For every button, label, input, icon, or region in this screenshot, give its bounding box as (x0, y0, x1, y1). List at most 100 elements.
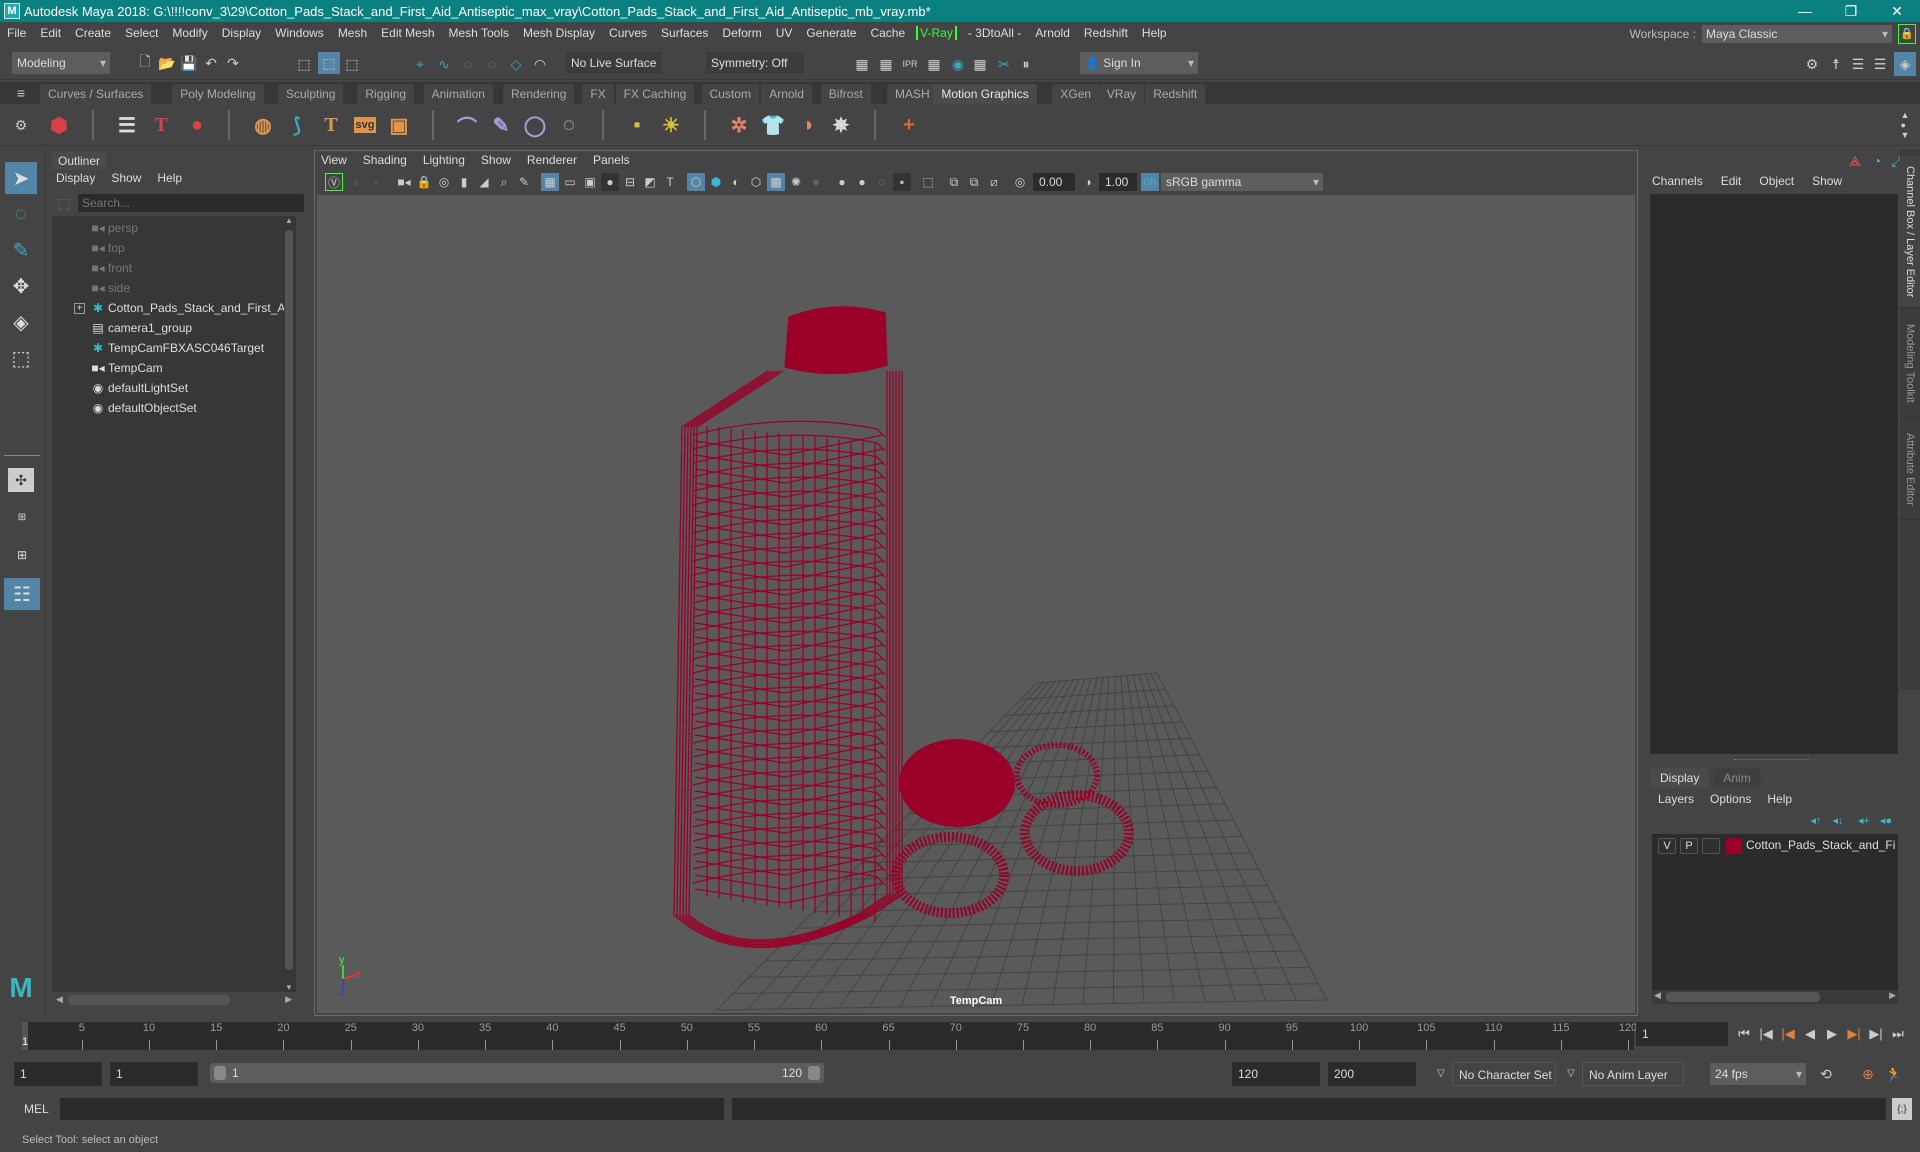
text-icon[interactable]: T (146, 110, 176, 140)
menu-modify[interactable]: Modify (165, 26, 214, 40)
brush-icon[interactable]: ✎ (486, 110, 516, 140)
menu-arnold[interactable]: Arnold (1028, 26, 1077, 40)
vray-sphere-icon[interactable]: ● (347, 173, 365, 191)
layer-visibility-toggle[interactable]: V (1658, 838, 1676, 854)
menu-cache[interactable]: Cache (863, 26, 912, 40)
gamma-icon[interactable]: ◑ (1079, 173, 1097, 191)
layer-row[interactable]: V P Cotton_Pads_Stack_and_First_ (1652, 834, 1898, 858)
type-icon[interactable]: T (316, 110, 346, 140)
xray-joints-icon[interactable]: ⧉ (945, 173, 963, 191)
box-icon[interactable]: ▣ (384, 110, 414, 140)
menu-vray[interactable]: V-Ray (916, 26, 957, 40)
viewport-menu-view[interactable]: View (321, 153, 347, 167)
auto-key-icon[interactable]: ⊕ (1858, 1064, 1878, 1084)
render-view-icon[interactable]: ▦ (924, 54, 944, 74)
play-backwards-icon[interactable]: ◀ (1800, 1024, 1820, 1044)
side-tab-channel-box[interactable]: Channel Box / Layer Editor (1900, 156, 1920, 308)
snap-point-icon[interactable]: ◌ (458, 54, 478, 74)
color-management-toggle-icon[interactable]: ON (1141, 173, 1159, 191)
field-chart-icon[interactable]: ⊟ (621, 173, 639, 191)
four-view-layout-icon[interactable]: ⊞ (8, 500, 36, 534)
layer-tab-anim[interactable]: Anim (1713, 768, 1761, 788)
layers-menu[interactable]: Layers (1658, 792, 1694, 806)
single-view-layout-icon[interactable]: ✣ (8, 468, 34, 492)
svg-icon[interactable]: svg (350, 110, 380, 140)
shelf-tab-fx-caching[interactable]: FX Caching (615, 84, 695, 104)
plus-icon[interactable]: + (894, 110, 924, 140)
default-material-icon[interactable]: ◐ (727, 173, 745, 191)
select-component-icon[interactable]: ⬚ (342, 54, 362, 74)
command-input[interactable] (60, 1098, 724, 1120)
character-set-dropdown[interactable]: No Character Set (1452, 1062, 1556, 1086)
play-forwards-icon[interactable]: ▶ (1822, 1024, 1842, 1044)
bookmark-icon[interactable]: ▮ (455, 173, 473, 191)
channels-menu[interactable]: Channels (1652, 174, 1703, 188)
menu-mesh-tools[interactable]: Mesh Tools (442, 26, 516, 40)
shelf-tab-arnold[interactable]: Arnold (761, 84, 812, 104)
timeline-track[interactable]: 1 5 10 15 20 25 30 35 40 45 50 55 60 65 70 75 80 85 90 95 1… (22, 1022, 1637, 1050)
attribute-editor-icon[interactable]: ☰ (1848, 54, 1868, 74)
outliner-item[interactable]: ◉ defaultLightSet (52, 378, 292, 398)
scroll-down-icon[interactable]: ▼ (284, 983, 294, 992)
shelf-tab-fx[interactable]: FX (582, 84, 614, 104)
dashed-circle-icon[interactable]: ◌ (554, 110, 584, 140)
shelf-tab-rigging[interactable]: Rigging (357, 84, 415, 104)
step-forward-key-icon[interactable]: ▶| (1866, 1024, 1886, 1044)
step-back-frame-icon[interactable]: |◀ (1778, 1024, 1798, 1044)
tool-settings-icon[interactable]: ☰ (1870, 54, 1890, 74)
step-back-key-icon[interactable]: |◀ (1756, 1024, 1776, 1044)
screen-space-ao-icon[interactable]: ● (833, 173, 851, 191)
shelf-tab-rendering[interactable]: Rendering (503, 84, 575, 104)
filter-icon[interactable]: ⬚ (56, 194, 72, 212)
anim-layer-dropdown[interactable]: No Anim Layer (1582, 1062, 1684, 1086)
channels-object-menu[interactable]: Object (1759, 174, 1794, 188)
image-plane-icon[interactable]: ◢ (475, 173, 493, 191)
animation-preferences-icon[interactable]: 🏃 (1884, 1064, 1904, 1084)
menu-deform[interactable]: Deform (715, 26, 768, 40)
panel-splitter[interactable] (1734, 759, 1810, 760)
explode-icon[interactable]: ✵ (826, 110, 856, 140)
layer-tab-display[interactable]: Display (1650, 768, 1710, 788)
new-scene-icon[interactable]: 🗋 (136, 53, 154, 72)
shelf-tab-vray[interactable]: VRay (1098, 84, 1145, 104)
outliner-hscroll-thumb[interactable] (68, 995, 230, 1005)
sign-in-dropdown[interactable]: 👤 Sign In ▾ (1080, 52, 1198, 74)
outliner-search-input[interactable] (78, 194, 304, 212)
outliner-item[interactable]: ■◂ front (52, 258, 292, 278)
mash-network-icon[interactable]: ⬢ (44, 110, 74, 140)
shirt-icon[interactable]: 👕 (758, 110, 788, 140)
script-editor-icon[interactable]: {;} (1892, 1098, 1912, 1120)
vray-dome-icon[interactable]: ▪ (367, 173, 385, 191)
new-layer-selected-icon[interactable]: ◂● (1876, 812, 1896, 828)
channels-edit-menu[interactable]: Edit (1721, 174, 1742, 188)
placer-icon[interactable]: ▪ (622, 110, 652, 140)
layer-display-type-toggle[interactable] (1702, 838, 1720, 854)
redo-icon[interactable]: ↷ (224, 54, 242, 72)
isolate-select-icon[interactable]: ⬚ (919, 173, 937, 191)
scroll-right-icon[interactable]: ▶ (285, 994, 292, 1005)
snap-curve-icon[interactable]: ∿ (434, 54, 454, 74)
depth-of-field-icon[interactable]: ▪ (893, 173, 911, 191)
range-end-handle[interactable] (808, 1066, 820, 1080)
command-language-toggle[interactable]: MEL (24, 1102, 49, 1116)
move-tool-icon[interactable]: ✥ (5, 270, 37, 302)
outliner-horizontal-scrollbar[interactable]: ◀ ▶ (56, 994, 292, 1006)
viewport-menu-renderer[interactable]: Renderer (527, 153, 577, 167)
minimize-button[interactable]: — (1782, 0, 1828, 22)
outliner-item[interactable]: ◉ defaultObjectSet (52, 398, 292, 418)
channels-show-menu[interactable]: Show (1812, 174, 1842, 188)
viewport-menu-panels[interactable]: Panels (593, 153, 630, 167)
go-to-end-icon[interactable]: ⏭ (1888, 1024, 1908, 1044)
shelf-scroll-icon[interactable]: ▲ ● ▼ (1898, 106, 1912, 144)
smooth-shade-icon[interactable]: ⬢ (707, 173, 725, 191)
sweep-icon[interactable]: ⌒ (452, 110, 482, 140)
outliner-item[interactable]: ■◂ side (52, 278, 292, 298)
anim-layer-dropdown-icon[interactable]: ▽ (1564, 1066, 1578, 1080)
outliner-scroll-thumb[interactable] (285, 230, 293, 970)
menu-mesh[interactable]: Mesh (331, 26, 374, 40)
side-tab-attribute-editor[interactable]: Attribute Editor (1900, 420, 1920, 520)
move-layer-up-icon[interactable]: ◂↑ (1806, 812, 1826, 828)
scroll-up-icon[interactable]: ▲ (284, 216, 294, 225)
camera-icon-toolbar[interactable]: ⧄ (985, 173, 1003, 191)
scroll-right-icon[interactable]: ▶ (1889, 990, 1896, 1001)
